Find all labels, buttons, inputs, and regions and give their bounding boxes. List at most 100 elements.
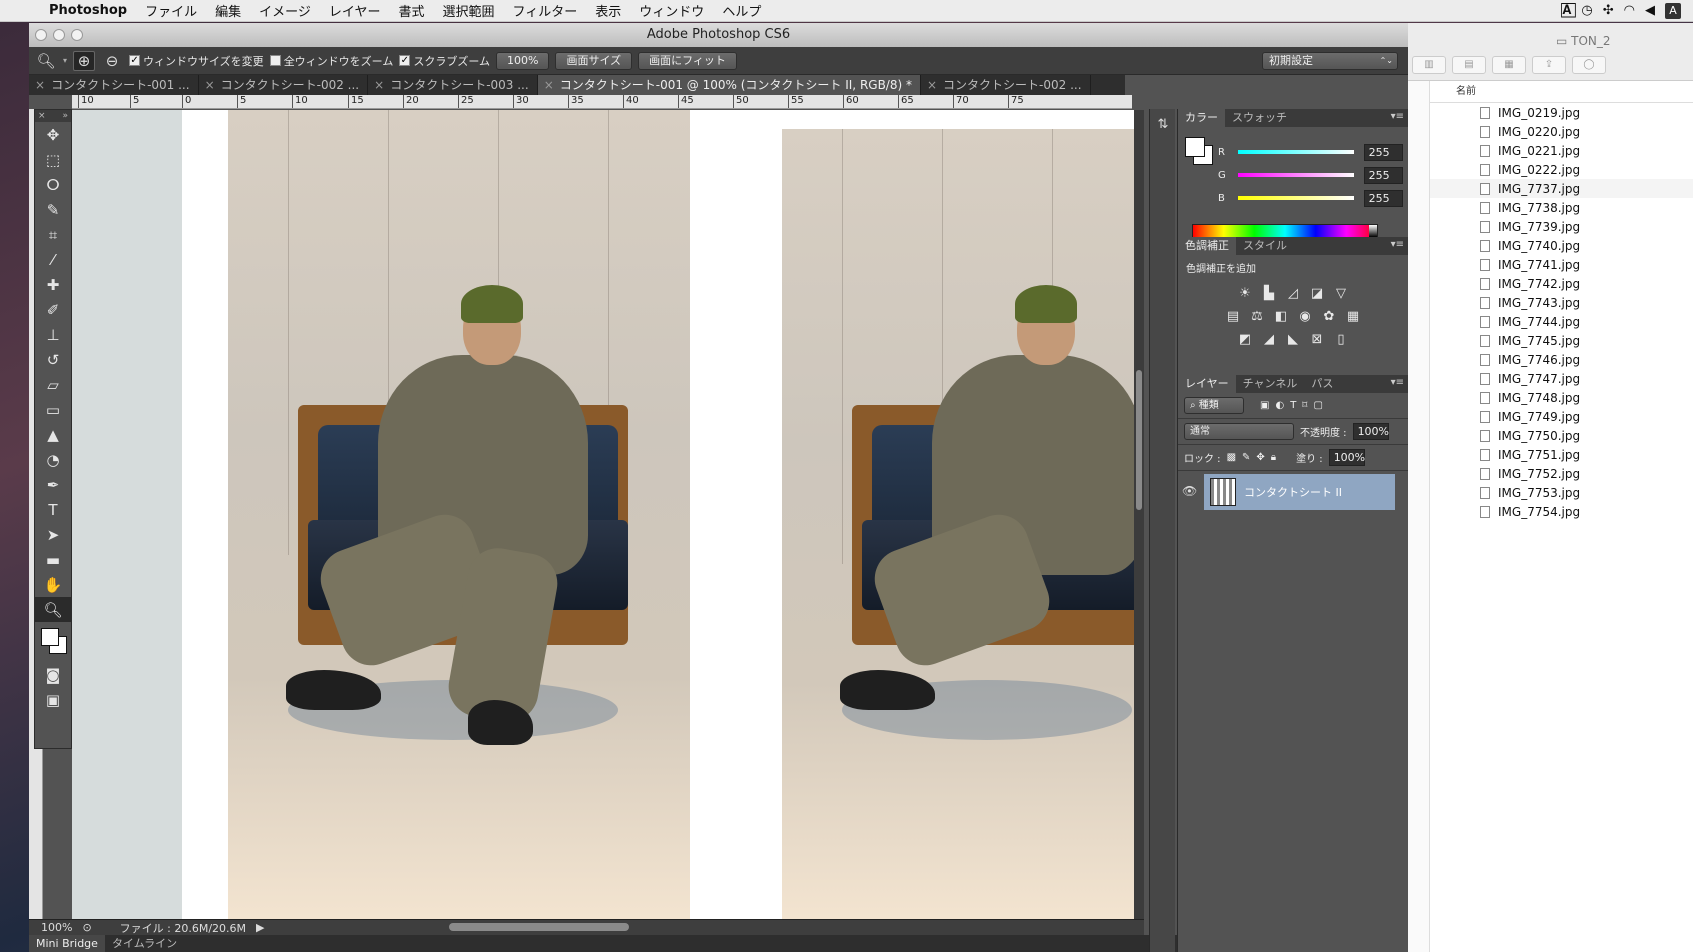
menu-help[interactable]: ヘルプ — [713, 1, 770, 20]
view-coverflow-button[interactable]: ▤ — [1452, 56, 1486, 74]
resize-window-checkbox[interactable]: ✓ ウィンドウサイズを変更 — [129, 53, 264, 69]
red-value[interactable]: 255 — [1363, 143, 1404, 161]
levels-icon[interactable]: ▙ — [1260, 285, 1278, 303]
panel-menu-icon[interactable]: ▾≡ — [1391, 239, 1404, 250]
bluetooth-icon[interactable]: ✣ — [1603, 3, 1614, 18]
threshold-icon[interactable]: ◣ — [1284, 331, 1302, 349]
brightness-icon[interactable]: ☀ — [1236, 285, 1254, 303]
tab-close-icon[interactable]: × — [205, 75, 215, 95]
tab-close-icon[interactable]: × — [927, 75, 937, 95]
lock-pixels-icon[interactable]: ✎ — [1242, 452, 1250, 463]
zoom-button[interactable] — [71, 29, 83, 41]
menu-file[interactable]: ファイル — [136, 1, 206, 20]
zoom-all-windows-checkbox[interactable]: 全ウィンドウをズーム — [269, 53, 393, 69]
gradient-tool-icon[interactable]: ▭ — [35, 397, 71, 422]
file-row[interactable]: IMG_7742.jpg — [1430, 274, 1693, 293]
menu-view[interactable]: 表示 — [586, 1, 630, 20]
file-row[interactable]: IMG_0220.jpg — [1430, 122, 1693, 141]
posterize-icon[interactable]: ◢ — [1260, 331, 1278, 349]
marquee-tool-icon[interactable]: ⬚ — [35, 147, 71, 172]
tab-close-icon[interactable]: × — [374, 75, 384, 95]
vibrance-icon[interactable]: ▽ — [1332, 285, 1350, 303]
blue-value[interactable]: 255 — [1363, 189, 1404, 207]
healing-brush-tool-icon[interactable]: ✚ — [35, 272, 71, 297]
collapse-icon[interactable]: » — [62, 110, 68, 122]
black-white-icon[interactable]: ◧ — [1272, 308, 1290, 326]
file-row[interactable]: IMG_7741.jpg — [1430, 255, 1693, 274]
filter-type-icon[interactable]: T — [1290, 400, 1296, 411]
red-slider[interactable] — [1237, 150, 1354, 154]
blur-tool-icon[interactable]: ▲ — [35, 422, 71, 447]
opacity-input[interactable]: 100% — [1352, 423, 1389, 440]
menu-edit[interactable]: 編集 — [206, 1, 250, 20]
exposure-icon[interactable]: ◪ — [1308, 285, 1326, 303]
green-slider[interactable] — [1237, 173, 1354, 177]
horizontal-scrollbar-thumb[interactable] — [449, 923, 629, 931]
zoom-in-icon[interactable]: ⊕ — [73, 50, 96, 71]
fill-input[interactable]: 100% — [1328, 449, 1365, 466]
path-select-tool-icon[interactable]: ➤ — [35, 522, 71, 547]
menu-image[interactable]: イメージ — [250, 1, 320, 20]
quick-select-tool-icon[interactable]: ✎ — [35, 197, 71, 222]
tab-layers[interactable]: レイヤー — [1178, 375, 1236, 393]
file-row[interactable]: IMG_7747.jpg — [1430, 369, 1693, 388]
file-row[interactable]: IMG_7738.jpg — [1430, 198, 1693, 217]
hue-saturation-icon[interactable]: ▤ — [1224, 308, 1242, 326]
tab-color[interactable]: カラー — [1178, 109, 1225, 127]
zoom-tool-icon[interactable]: 🔍︎ — [35, 597, 71, 622]
invert-icon[interactable]: ◩ — [1236, 331, 1254, 349]
scrollbar-thumb[interactable] — [1136, 370, 1142, 510]
color-balance-icon[interactable]: ⚖ — [1248, 308, 1266, 326]
screen-mode-icon[interactable]: ▣ — [35, 687, 71, 712]
horizontal-ruler[interactable]: 10 5 0 5 10 15 20 25 30 35 40 45 50 55 6… — [72, 95, 1132, 109]
filter-smart-icon[interactable]: ▢ — [1313, 400, 1322, 411]
status-info-icon[interactable]: ⊙ — [82, 921, 91, 934]
menu-window[interactable]: ウィンドウ — [630, 1, 713, 20]
close-icon[interactable]: × — [38, 110, 46, 122]
timemachine-icon[interactable]: ◷ — [1581, 3, 1592, 18]
tool-preset-chevron-icon[interactable]: ▾ — [63, 56, 67, 65]
workspace-dropdown[interactable]: 初期設定 — [1262, 51, 1398, 70]
tab-doc-2[interactable]: × コンタクトシート-002 ... — [199, 75, 369, 95]
selective-color-icon[interactable]: ⊠ — [1308, 331, 1326, 349]
filter-shape-icon[interactable]: ⌑ — [1302, 400, 1307, 411]
file-row[interactable]: IMG_0219.jpg — [1430, 103, 1693, 122]
eraser-tool-icon[interactable]: ▱ — [35, 372, 71, 397]
blend-mode-dropdown[interactable]: 通常 — [1184, 423, 1294, 440]
view-columns-button[interactable]: ▥ — [1412, 56, 1446, 74]
tools-panel-header[interactable]: ×» — [35, 110, 71, 122]
lock-position-icon[interactable]: ✥ — [1256, 452, 1264, 463]
lasso-tool-icon[interactable]: ⵔ — [35, 172, 71, 197]
color-panel-swatch[interactable] — [1185, 137, 1215, 167]
tags-button[interactable]: ◯ — [1572, 56, 1606, 74]
scrubby-zoom-checkbox[interactable]: ✓ スクラブズーム — [399, 53, 490, 69]
color-lookup-icon[interactable]: ▦ — [1344, 308, 1362, 326]
file-row[interactable]: IMG_7744.jpg — [1430, 312, 1693, 331]
brush-tool-icon[interactable]: ✐ — [35, 297, 71, 322]
tab-paths[interactable]: パス — [1304, 375, 1340, 393]
color-swatches[interactable] — [35, 622, 71, 662]
foreground-color-swatch[interactable] — [41, 628, 59, 646]
tab-doc-active[interactable]: × コンタクトシート-001 @ 100% (コンタクトシート II, RGB/8… — [537, 75, 921, 95]
file-row[interactable]: IMG_7739.jpg — [1430, 217, 1693, 236]
document-canvas[interactable] — [72, 110, 1134, 919]
channel-mixer-icon[interactable]: ✿ — [1320, 308, 1338, 326]
file-row[interactable]: IMG_7754.jpg — [1430, 502, 1693, 521]
actual-pixels-button[interactable]: 100% — [496, 51, 550, 70]
minimize-button[interactable] — [53, 29, 65, 41]
name-column-header[interactable]: 名前 — [1430, 81, 1693, 103]
fill-screen-button[interactable]: 画面にフィット — [638, 51, 737, 70]
tab-close-icon[interactable]: × — [544, 75, 554, 95]
file-row[interactable]: IMG_7751.jpg — [1430, 445, 1693, 464]
rectangle-tool-icon[interactable]: ▬ — [35, 547, 71, 572]
move-tool-icon[interactable]: ✥ — [35, 122, 71, 147]
lock-transparency-icon[interactable]: ▩ — [1227, 452, 1236, 463]
filter-adjustment-icon[interactable]: ◐ — [1275, 400, 1284, 411]
tab-close-icon[interactable]: × — [35, 75, 45, 95]
panel-menu-icon[interactable]: ▾≡ — [1391, 377, 1404, 388]
file-row[interactable]: IMG_0221.jpg — [1430, 141, 1693, 160]
blue-slider[interactable] — [1237, 196, 1354, 200]
curves-icon[interactable]: ◿ — [1284, 285, 1302, 303]
file-row[interactable]: IMG_7752.jpg — [1430, 464, 1693, 483]
eyedropper-tool-icon[interactable]: ⁄ — [35, 247, 71, 272]
